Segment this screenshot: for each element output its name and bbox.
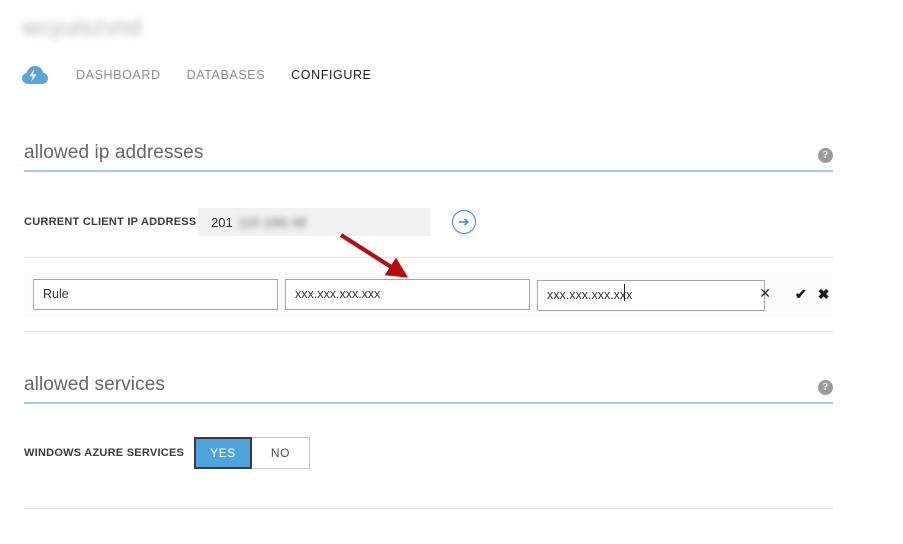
current-client-ip-label: CURRENT CLIENT IP ADDRESS (24, 216, 197, 228)
confirm-rule-checkmark-icon[interactable]: ✔ (795, 286, 807, 303)
page-title: wcyuiszvnd (22, 14, 142, 40)
question-mark-icon[interactable]: ? (818, 380, 833, 395)
toggle-option-no[interactable]: NO (252, 437, 310, 469)
rule-end-ip-field-wrapper: ✕ (537, 279, 781, 311)
rule-name-input[interactable] (33, 278, 278, 310)
bottom-divider (24, 508, 833, 509)
cancel-rule-close-icon[interactable]: ✖ (818, 286, 830, 303)
allowed-ip-section-title: allowed ip addresses (24, 142, 204, 163)
current-client-ip-visible-part: 201 (211, 214, 233, 230)
page-header: wcyuiszvnd DASHBOARD DATABASES CONFIGURE (0, 0, 903, 100)
allowed-ip-section-header: allowed ip addresses ? (24, 132, 833, 172)
current-client-ip-row: CURRENT CLIENT IP ADDRESS 201 .110.188.4… (24, 196, 833, 248)
top-navigation: DASHBOARD DATABASES CONFIGURE (0, 60, 372, 90)
text-caret (624, 283, 625, 301)
toggle-option-yes[interactable]: YES (194, 437, 252, 469)
rule-start-ip-input[interactable] (285, 278, 530, 310)
windows-azure-services-label: WINDOWS AZURE SERVICES (24, 447, 185, 459)
rule-row-divider-top (24, 257, 833, 258)
rule-row-divider-bottom (24, 331, 833, 332)
windows-azure-services-row: WINDOWS AZURE SERVICES YES NO (24, 428, 833, 478)
allowed-ip-addresses-section: allowed ip addresses ? (24, 132, 833, 172)
current-client-ip-redacted-part: .110.188.48 (233, 214, 307, 230)
nav-tab-dashboard[interactable]: DASHBOARD (76, 68, 161, 82)
current-client-ip-value: 201 .110.188.48 (198, 208, 430, 236)
windows-azure-services-toggle: YES NO (194, 437, 310, 469)
allowed-services-section-header: allowed services ? (24, 364, 833, 404)
allowed-services-section: allowed services ? (24, 364, 833, 404)
question-mark-icon[interactable]: ? (818, 148, 833, 163)
nav-tab-configure[interactable]: CONFIGURE (291, 68, 371, 82)
clear-input-close-icon[interactable]: ✕ (759, 285, 771, 301)
allowed-services-section-title: allowed services (24, 374, 165, 395)
arrow-right-circle-icon (459, 218, 469, 226)
ip-rule-editor-row: ✕ ✔ ✖ (24, 271, 833, 317)
rule-end-ip-input[interactable] (537, 279, 765, 311)
azure-sql-database-icon (20, 63, 50, 87)
add-current-ip-button[interactable] (452, 210, 476, 234)
nav-tab-databases[interactable]: DATABASES (187, 68, 266, 82)
